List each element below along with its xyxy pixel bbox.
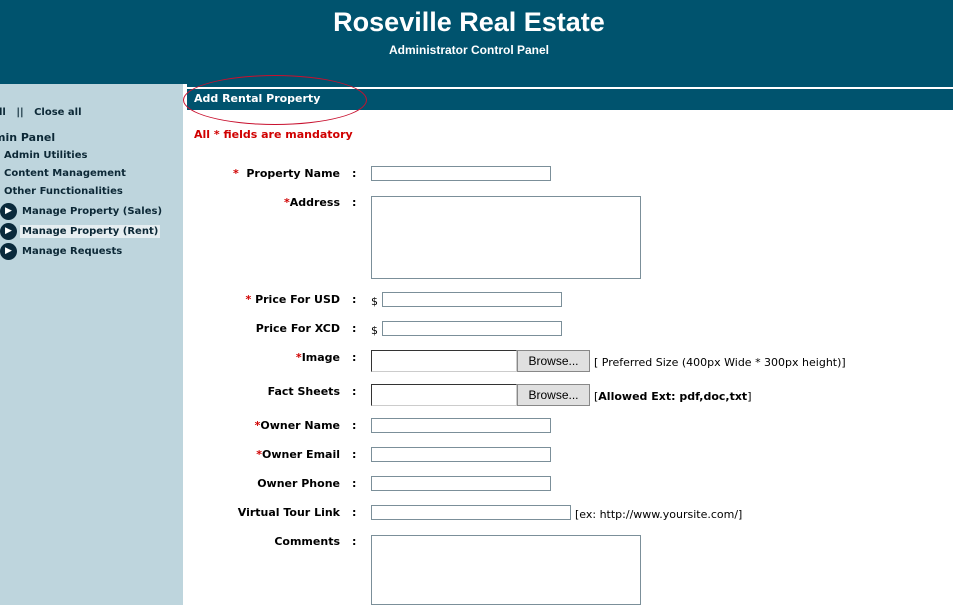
comments-label: Comments <box>190 535 340 548</box>
address-label: *Address <box>190 196 340 209</box>
image-size-hint: [ Preferred Size (400px Wide * 300px hei… <box>594 356 846 369</box>
toggle-separator: || <box>16 107 24 118</box>
field-label-text: Fact Sheets <box>267 385 340 398</box>
expand-all-link[interactable]: ll <box>0 107 6 118</box>
field-label-text: Owner Email <box>262 448 340 461</box>
mandatory-note: All * fields are mandatory <box>194 128 353 141</box>
arrow-right-circle-icon: ▶ <box>0 202 17 220</box>
sidebar-item-label: Manage Requests <box>22 245 123 257</box>
currency-symbol: $ <box>371 324 378 337</box>
owner-phone-input[interactable] <box>371 476 551 491</box>
required-marker: * <box>245 293 252 306</box>
owner-name-label: *Owner Name <box>190 419 340 432</box>
colon: : <box>352 293 357 306</box>
colon: : <box>352 351 357 364</box>
fact-sheets-ext-hint: [Allowed Ext: pdf,doc,txt] <box>594 390 751 403</box>
virtual-tour-label: Virtual Tour Link <box>190 506 340 519</box>
colon: : <box>352 419 357 432</box>
price-xcd-input[interactable] <box>382 321 562 336</box>
owner-email-label: *Owner Email <box>190 448 340 461</box>
sidebar-divider <box>183 84 187 605</box>
address-textarea[interactable] <box>371 196 641 279</box>
property-name-input[interactable] <box>371 166 551 181</box>
field-label-text: Price For USD <box>255 293 340 306</box>
sidebar-item-manage-property-rent[interactable]: ▶ Manage Property (Rent) <box>0 222 161 240</box>
annotation-ellipse <box>183 75 367 125</box>
field-label-text: Address <box>289 196 340 209</box>
fact-sheets-browse-button[interactable]: Browse... <box>517 384 590 406</box>
sidebar-item-manage-requests[interactable]: ▶ Manage Requests <box>0 242 124 260</box>
close-all-link[interactable]: Close all <box>34 107 81 118</box>
price-usd-input[interactable] <box>382 292 562 307</box>
field-label-text: Image <box>301 351 340 364</box>
currency-symbol: $ <box>371 295 378 308</box>
colon: : <box>352 385 357 398</box>
fact-sheets-label: Fact Sheets <box>190 385 340 398</box>
field-label-text: Property Name <box>246 167 340 180</box>
field-label-text: Owner Name <box>260 419 340 432</box>
image-file-path-field[interactable] <box>371 350 517 372</box>
site-subtitle: Administrator Control Panel <box>388 43 549 57</box>
fact-sheets-file-path-field[interactable] <box>371 384 517 406</box>
price-usd-label: * Price For USD <box>190 293 340 306</box>
image-label: *Image <box>190 351 340 364</box>
property-name-label: * Property Name <box>190 167 340 180</box>
image-browse-button[interactable]: Browse... <box>517 350 590 372</box>
field-label-text: Price For XCD <box>255 322 340 335</box>
sidebar: ll || Close all min Panel Admin Utilitie… <box>0 84 183 605</box>
price-xcd-label: Price For XCD <box>190 322 340 335</box>
sidebar-category-other-functionalities[interactable]: Other Functionalities <box>4 186 123 197</box>
colon: : <box>352 535 357 548</box>
owner-email-input[interactable] <box>371 447 551 462</box>
hint-bracket-close: ] <box>747 390 752 403</box>
arrow-right-circle-icon: ▶ <box>0 242 17 260</box>
arrow-right-circle-icon: ▶ <box>0 222 17 240</box>
hint-allowed-ext: Allowed Ext: pdf,doc,txt <box>598 390 748 403</box>
sidebar-toggle: ll || Close all <box>0 107 82 118</box>
required-marker: * <box>232 167 239 180</box>
colon: : <box>352 167 357 180</box>
colon: : <box>352 477 357 490</box>
site-header: Roseville Real Estate Administrator Cont… <box>0 0 953 84</box>
colon: : <box>352 448 357 461</box>
sidebar-item-label: Manage Property (Rent) <box>20 224 161 238</box>
sidebar-panel-title: min Panel <box>0 131 56 144</box>
comments-textarea[interactable] <box>371 535 641 605</box>
owner-phone-label: Owner Phone <box>190 477 340 490</box>
virtual-tour-input[interactable] <box>371 505 571 520</box>
virtual-tour-hint: [ex: http://www.yoursite.com/] <box>575 508 743 521</box>
field-label-text: Owner Phone <box>257 477 340 490</box>
sidebar-item-label: Manage Property (Sales) <box>22 205 163 217</box>
sidebar-item-manage-property-sales[interactable]: ▶ Manage Property (Sales) <box>0 202 164 220</box>
field-label-text: Virtual Tour Link <box>237 506 340 519</box>
site-title: Roseville Real Estate <box>333 7 605 37</box>
colon: : <box>352 506 357 519</box>
sidebar-category-content-management[interactable]: Content Management <box>4 168 126 179</box>
field-label-text: Comments <box>274 535 340 548</box>
colon: : <box>352 322 357 335</box>
sidebar-category-admin-utilities[interactable]: Admin Utilities <box>4 150 87 161</box>
owner-name-input[interactable] <box>371 418 551 433</box>
colon: : <box>352 196 357 209</box>
